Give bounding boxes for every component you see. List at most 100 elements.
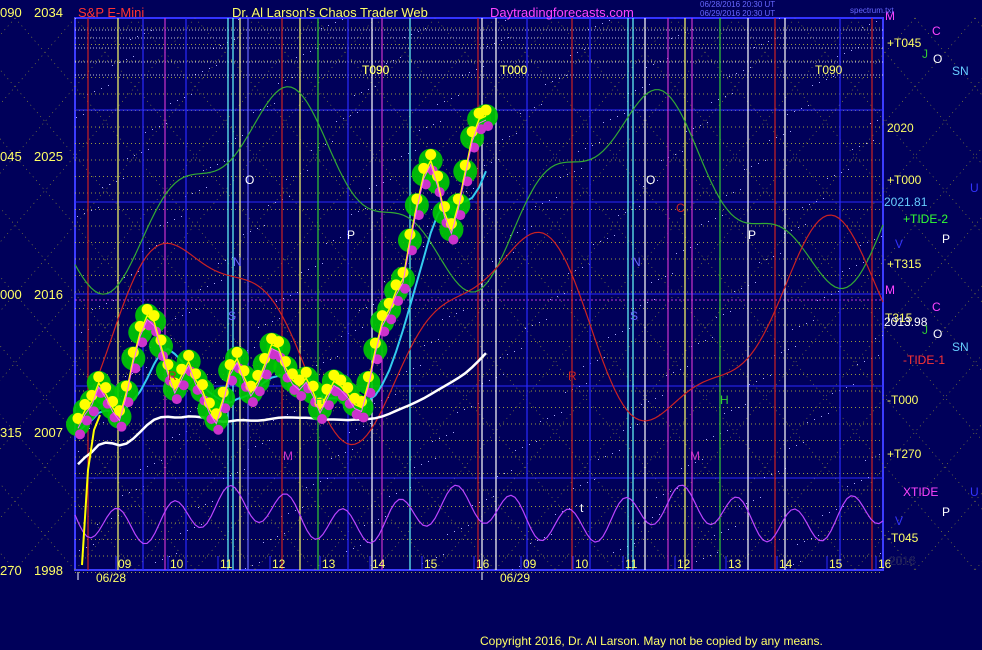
grid-dot <box>707 122 708 123</box>
grid-dot <box>744 169 745 170</box>
planet-letter: SN <box>952 340 969 354</box>
grid-dot <box>751 166 752 167</box>
grid-dot <box>654 299 655 300</box>
grid-dot <box>123 178 124 179</box>
price-high-dot <box>480 104 492 116</box>
grid-dot <box>359 310 360 311</box>
grid-dot <box>191 94 192 95</box>
grid-dot <box>537 540 538 541</box>
grid-dot <box>76 117 77 118</box>
grid-dot <box>132 373 133 374</box>
chart-planet-letter: O <box>646 173 655 187</box>
grid-dot <box>580 485 581 486</box>
grid-dot <box>842 271 843 272</box>
grid-dot <box>368 89 369 90</box>
grid-dot <box>831 294 832 295</box>
grid-dot <box>749 384 750 385</box>
chart-planet-letter: O <box>245 173 254 187</box>
grid-dot <box>808 105 809 106</box>
grid-dot <box>880 553 881 554</box>
grid-dot <box>425 28 426 29</box>
planet-letter: V <box>895 237 903 251</box>
price-low-dot <box>317 414 328 424</box>
grid-dot <box>223 478 224 479</box>
grid-dot <box>373 304 374 305</box>
grid-dot <box>352 449 353 450</box>
price-high-dot <box>425 149 437 161</box>
grid-dot <box>170 103 171 104</box>
grid-dot <box>847 486 848 487</box>
planet-letter: V <box>895 514 903 528</box>
grid-dot <box>101 88 102 89</box>
grid-dot <box>403 490 404 491</box>
grid-dot <box>250 231 251 232</box>
grid-dot <box>237 472 238 473</box>
grid-dot <box>122 495 123 496</box>
left-angle-label: 315 <box>0 425 22 440</box>
grid-dot <box>724 413 725 414</box>
grid-dot <box>362 327 363 328</box>
grid-dot <box>826 79 827 80</box>
x-tick-label: 14 <box>372 557 386 571</box>
grid-dot <box>754 47 755 48</box>
grid-dot <box>549 200 550 201</box>
grid-dot <box>206 187 207 188</box>
grid-dot <box>869 24 870 25</box>
grid-dot <box>283 298 284 299</box>
grid-dot <box>860 245 861 246</box>
grid-dot <box>99 306 100 307</box>
grid-dot <box>230 475 231 476</box>
grid-dot <box>166 123 167 124</box>
grid-dot <box>541 104 542 105</box>
grid-dot <box>517 232 518 233</box>
grid-dot <box>215 382 216 383</box>
grid-dot <box>210 167 211 168</box>
grid-dot <box>554 415 555 416</box>
grid-dot <box>418 31 419 32</box>
grid-dot <box>806 323 807 324</box>
grid-dot <box>666 375 667 376</box>
grid-dot <box>103 422 104 423</box>
grid-dot <box>841 172 842 173</box>
grid-dot <box>536 441 537 442</box>
grid-dot <box>863 262 864 263</box>
grid-dot <box>740 189 741 190</box>
grid-dot <box>301 272 302 273</box>
planet-letter: J <box>922 323 928 337</box>
grid-dot <box>116 181 117 182</box>
grid-dot <box>154 463 155 464</box>
grid-dot <box>771 474 772 475</box>
grid-dot <box>637 424 638 425</box>
planet-letter: O <box>933 52 942 66</box>
grid-dot <box>592 145 593 146</box>
grid-dot <box>199 190 200 191</box>
price-high-dot <box>183 349 195 361</box>
grid-dot <box>881 236 882 237</box>
grid-dot <box>252 565 253 566</box>
right-label: +T315 <box>887 257 922 271</box>
grid-dot <box>439 438 440 439</box>
grid-dot <box>711 102 712 103</box>
grid-dot <box>791 230 792 231</box>
grid-dot <box>778 471 779 472</box>
grid-dot <box>332 141 333 142</box>
grid-dot <box>614 235 615 236</box>
grid-dot <box>374 403 375 404</box>
grid-dot <box>859 146 860 147</box>
grid-dot <box>458 95 459 96</box>
price-high-dot <box>300 366 312 378</box>
grid-dot <box>503 374 504 375</box>
grid-dot <box>378 519 379 520</box>
grid-dot <box>811 538 812 539</box>
header-left-top: 090 <box>0 5 22 20</box>
grid-dot <box>216 65 217 66</box>
grid-dot <box>134 155 135 156</box>
grid-dot <box>361 92 362 93</box>
chart-planet-letter: H <box>315 393 324 407</box>
grid-dot <box>559 78 560 79</box>
grid-dot <box>109 184 110 185</box>
grid-dot <box>427 226 428 227</box>
grid-dot <box>585 148 586 149</box>
grid-dot <box>697 244 698 245</box>
grid-dot <box>320 481 321 482</box>
